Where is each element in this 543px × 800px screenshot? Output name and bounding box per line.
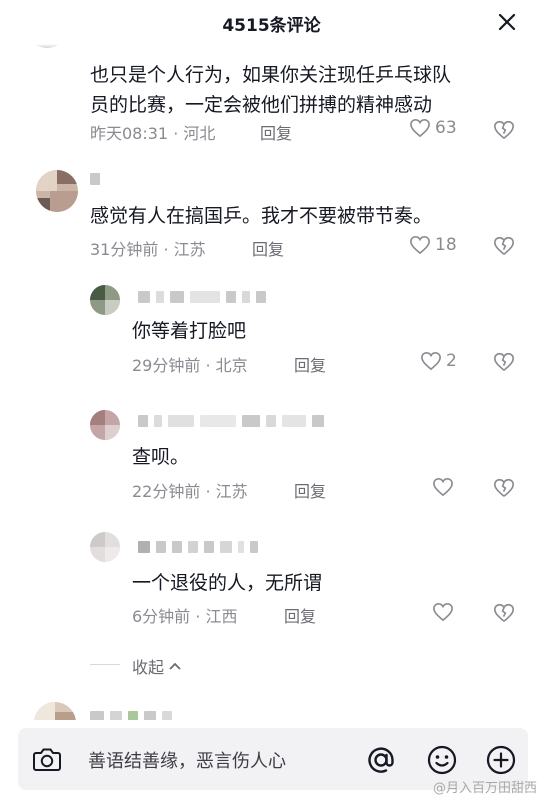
comment-meta: 昨天08:31 · 河北 xyxy=(90,124,216,143)
like-count: 2 xyxy=(446,351,457,371)
username[interactable] xyxy=(90,710,172,720)
like-button[interactable] xyxy=(432,602,454,622)
reply-button[interactable]: 回复 xyxy=(284,603,316,627)
reply-button[interactable]: 回复 xyxy=(294,478,326,502)
avatar[interactable] xyxy=(90,410,120,440)
heart-icon xyxy=(410,235,430,255)
heart-icon xyxy=(421,351,441,371)
comment-text: 感觉有人在搞国乒。我才不要被带节奏。 xyxy=(90,205,433,227)
username[interactable] xyxy=(138,414,324,428)
watermark: @月入百万田甜西 xyxy=(432,781,537,796)
divider xyxy=(90,664,120,665)
username[interactable] xyxy=(90,172,100,186)
camera-icon[interactable] xyxy=(30,742,64,776)
broken-heart-icon[interactable] xyxy=(493,119,515,141)
like-button[interactable]: 18 xyxy=(409,235,457,255)
avatar[interactable] xyxy=(36,170,78,212)
collapse-replies-button[interactable]: 收起 xyxy=(132,654,182,678)
broken-heart-icon[interactable] xyxy=(493,235,515,257)
comment-list[interactable]: 我始终相信中国乒乓球队，如果真的有，那 也只是个人行为，如果你关注现任乒乓球队 … xyxy=(0,0,543,720)
avatar[interactable] xyxy=(90,285,120,315)
comment-text: 查呗。 xyxy=(132,446,190,468)
comment-meta: 6分钟前 · 江西 xyxy=(132,607,238,626)
page-title: 4515条评论 xyxy=(222,16,321,36)
emoji-icon[interactable] xyxy=(426,744,458,776)
username[interactable] xyxy=(138,540,258,554)
comment-text: 一个退役的人，无所谓 xyxy=(132,572,323,594)
like-count: 63 xyxy=(435,118,457,138)
heart-icon xyxy=(410,118,430,138)
plus-icon[interactable] xyxy=(485,744,517,776)
comment-text-line: 也只是个人行为，如果你关注现任乒乓球队 xyxy=(90,64,452,86)
comment-meta: 29分钟前 · 北京 xyxy=(132,356,248,375)
input-placeholder: 善语结善缘，恶言伤人心 xyxy=(88,751,286,772)
heart-icon xyxy=(433,602,453,622)
close-icon[interactable] xyxy=(493,8,521,36)
reply-button[interactable]: 回复 xyxy=(294,352,326,376)
reply-button[interactable]: 回复 xyxy=(252,236,284,260)
heart-icon xyxy=(433,477,453,497)
avatar[interactable] xyxy=(34,702,76,720)
comments-header: 4515条评论 xyxy=(0,0,543,44)
broken-heart-icon[interactable] xyxy=(493,477,515,499)
like-button[interactable]: 2 xyxy=(420,351,457,371)
reply-button[interactable]: 回复 xyxy=(260,120,292,144)
avatar[interactable] xyxy=(90,532,120,562)
comment-input-bar: 善语结善缘，恶言伤人心 @月入百万田甜西 xyxy=(0,720,543,800)
like-button[interactable]: 63 xyxy=(409,118,457,138)
at-icon[interactable] xyxy=(365,744,397,776)
like-button[interactable] xyxy=(432,477,454,497)
header-fade xyxy=(0,44,543,48)
username[interactable] xyxy=(138,290,266,304)
broken-heart-icon[interactable] xyxy=(493,351,515,373)
chevron-up-icon xyxy=(169,662,181,670)
comment-meta: 22分钟前 · 江苏 xyxy=(132,482,248,501)
broken-heart-icon[interactable] xyxy=(493,602,515,624)
like-count: 18 xyxy=(435,235,457,255)
collapse-label: 收起 xyxy=(132,658,165,677)
comment-text-line: 员的比赛，一定会被他们拼搏的精神感动 xyxy=(90,94,433,116)
comment-meta: 31分钟前 · 江苏 xyxy=(90,240,206,259)
comment-text: 你等着打脸吧 xyxy=(132,320,247,342)
